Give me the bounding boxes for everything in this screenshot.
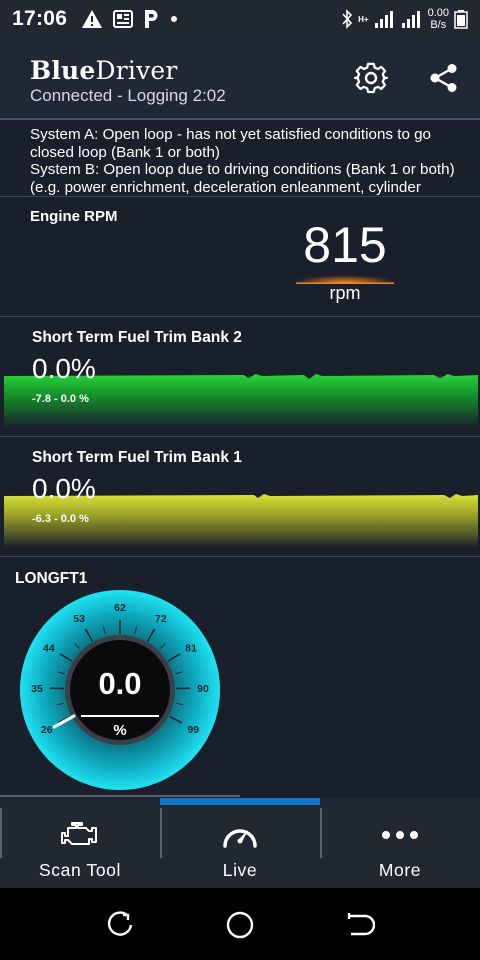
speedometer-icon [223, 829, 257, 848]
rpm-indicator-glow [296, 268, 394, 284]
rpm-title: Engine RPM [30, 208, 118, 225]
parking-icon [145, 10, 158, 28]
fuel-trim-bank2-title: Short Term Fuel Trim Bank 2 [32, 329, 242, 346]
gauge-tick-label: 81 [185, 642, 197, 654]
header-divider [0, 118, 480, 120]
fuel-trim-bank2-value: 0.0% [32, 353, 96, 384]
gauge-tick-label: 44 [43, 642, 55, 654]
divider [0, 436, 480, 437]
fuel-trim-bank2-range: -7.8 - 0.0 % [32, 393, 89, 405]
fuel-trim-bank1-title: Short Term Fuel Trim Bank 1 [32, 449, 242, 466]
network-type: H+ [358, 14, 369, 24]
news-icon [113, 10, 134, 28]
recent-apps-icon[interactable] [105, 910, 135, 940]
scroll-indicator [0, 795, 240, 797]
system-b-status: System B: Open loop due to driving condi… [30, 161, 455, 196]
divider [0, 316, 480, 317]
divider [0, 196, 480, 197]
divider [0, 556, 480, 557]
signal-icon-2 [401, 11, 420, 28]
status-bar: 17:06 H+ 0.00 B/s [0, 0, 480, 38]
tab-live-label: Live [222, 860, 258, 880]
app-header: BlueDriver Connected - Logging 2:02 [0, 38, 480, 120]
data-speed: 0.00 B/s [427, 7, 449, 31]
gauge-title: LONGFT1 [15, 570, 88, 587]
app-logo: BlueDriver [30, 56, 178, 85]
bottom-navigation: Scan Tool Live More [0, 798, 480, 888]
gauge-value-underline [81, 715, 159, 717]
fuel-system-status: System A: Open loop - has not yet satisf… [0, 122, 480, 196]
share-icon [430, 64, 457, 92]
settings-button[interactable] [351, 58, 391, 98]
gauge-value: 0.0 [98, 666, 142, 701]
rpm-value: 815 [303, 217, 387, 273]
system-a-status: System A: Open loop - has not yet satisf… [30, 126, 432, 161]
gauge-tick-label: 62 [114, 602, 126, 614]
signal-icon [374, 11, 393, 28]
gauge-tick-label: 99 [187, 724, 199, 736]
system-navigation-bar [0, 888, 480, 960]
share-button[interactable] [424, 58, 464, 98]
tab-scan-tool[interactable]: Scan Tool [0, 805, 160, 888]
active-tab-indicator [160, 798, 320, 805]
fuel-trim-bank1-value: 0.0% [32, 473, 96, 504]
gauge-unit: % [113, 722, 127, 739]
warning-icon [82, 10, 103, 28]
gauge-tick-label: 53 [73, 613, 85, 625]
tab-live[interactable]: Live [160, 805, 320, 888]
tab-more-label: More [378, 860, 422, 880]
gauge-tick-label: 35 [31, 683, 43, 695]
tab-more[interactable]: More [320, 805, 480, 888]
rpm-unit: rpm [329, 283, 361, 303]
back-icon[interactable] [345, 910, 375, 940]
dot-icon [171, 16, 178, 22]
connection-status: Connected - Logging 2:02 [30, 86, 226, 105]
clock: 17:06 [12, 7, 68, 30]
engine-icon [61, 822, 97, 845]
fuel-trim-bank1-range: -6.3 - 0.0 % [32, 513, 89, 525]
bluetooth-icon [342, 9, 353, 29]
more-dots-icon [382, 831, 418, 839]
gauge-tick-label: 90 [197, 683, 209, 695]
battery-icon [454, 10, 468, 29]
tab-scan-tool-label: Scan Tool [39, 860, 121, 880]
home-icon[interactable] [225, 910, 255, 940]
gauge-tick-label: 26 [41, 724, 53, 736]
gear-icon [354, 62, 388, 94]
gauge-tick-label: 72 [155, 613, 167, 625]
